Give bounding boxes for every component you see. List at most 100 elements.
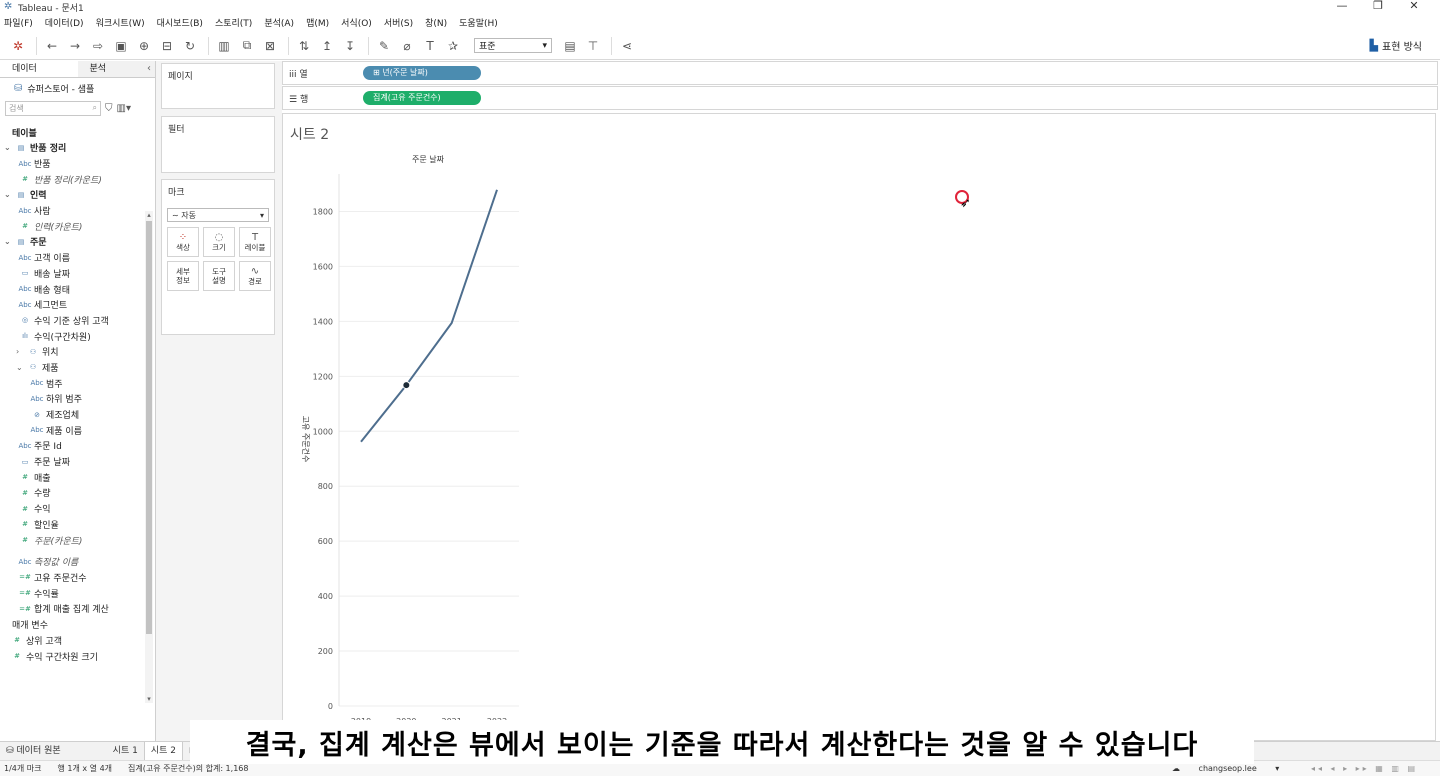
scroll-up-icon[interactable]: ▴ (145, 211, 153, 219)
menu-worksheet[interactable]: 워크시트(W) (96, 16, 145, 29)
replay-icon[interactable]: ⇨ (88, 36, 108, 56)
table-folder[interactable]: ⌄ ▤ 주문 (0, 234, 146, 250)
field-item[interactable]: Abc 주문 Id (0, 438, 146, 454)
menu-window[interactable]: 창(N) (425, 16, 447, 29)
filters-shelf[interactable]: 필터 (161, 116, 275, 173)
rows-shelf[interactable]: ☰ 행 집계(고유 주문건수) (282, 86, 1438, 110)
field-item[interactable]: # 반품 정리(카운트) (0, 171, 146, 187)
expand-caret-icon[interactable]: ⌄ (4, 143, 12, 152)
expand-caret-icon[interactable]: ⌄ (4, 237, 12, 246)
series-line[interactable] (360, 189, 498, 443)
field-list-scrollbar[interactable]: ▴ ▾ (145, 211, 153, 703)
mark-type-dropdown[interactable]: ∼ 자동 ▾ (167, 208, 269, 222)
rows-pill-count-distinct-orders[interactable]: 집계(고유 주문건수) (363, 91, 481, 105)
redo-icon[interactable]: → (65, 36, 85, 56)
menu-story[interactable]: 스토리(T) (215, 16, 252, 29)
menu-help[interactable]: 도움말(H) (459, 16, 498, 29)
table-folder[interactable]: ⌄ ▤ 인력 (0, 187, 146, 203)
field-item[interactable]: ılı 수익(구간차원) (0, 328, 146, 344)
fit-dropdown[interactable]: 표준 ▾ (474, 38, 552, 53)
scrollbar-thumb[interactable] (146, 221, 152, 634)
highlighted-data-point[interactable] (402, 381, 411, 390)
tableau-home-icon[interactable]: ✲ (8, 36, 28, 56)
undo-icon[interactable]: ← (42, 36, 62, 56)
pages-shelf[interactable]: 페이지 (161, 63, 275, 109)
tab-analysis[interactable]: 분석 (77, 61, 155, 77)
color-button[interactable]: ⁘ 색상 (167, 227, 199, 257)
field-item[interactable]: # 수익 (0, 501, 146, 517)
field-item[interactable]: Abc 고객 이름 (0, 250, 146, 266)
menu-analysis[interactable]: 분석(A) (264, 16, 294, 29)
presentation-mode-icon[interactable]: ⊤ (583, 36, 603, 56)
field-item[interactable]: Abc 제품 이름 (0, 422, 146, 438)
refresh-icon[interactable]: ↻ (180, 36, 200, 56)
field-item[interactable]: =# 수익률 (0, 585, 146, 601)
detail-button[interactable]: 세부 정보 (167, 261, 199, 291)
tooltip-button[interactable]: 도구 설명 (203, 261, 235, 291)
field-item[interactable]: Abc 배송 형태 (0, 281, 146, 297)
highlight-icon[interactable]: ✎ (374, 36, 394, 56)
field-item[interactable]: › ⚇ 위치 (0, 344, 146, 360)
pause-update-icon[interactable]: ⊟ (157, 36, 177, 56)
field-item[interactable]: # 수량 (0, 485, 146, 501)
field-item[interactable]: ▭ 배송 날짜 (0, 266, 146, 282)
columns-pill-year-order-date[interactable]: ⊞ 년(주문 날짜) (363, 66, 481, 80)
size-button[interactable]: ◌ 크기 (203, 227, 235, 257)
collapse-pane-icon[interactable]: ‹ (147, 63, 151, 74)
datasource-tab[interactable]: ⛁ 데이터 원본 (0, 742, 67, 761)
show-mark-labels-icon[interactable]: T (420, 36, 440, 56)
tab-sheet-2[interactable]: 시트 2 (143, 741, 183, 761)
field-item[interactable]: =# 고유 주문건수 (0, 570, 146, 586)
expand-caret-icon[interactable]: ⌄ (4, 190, 12, 199)
menu-file[interactable]: 파일(F) (4, 16, 33, 29)
sort-ascending-icon[interactable]: ↥ (317, 36, 337, 56)
datasource-item[interactable]: ⛁ 슈퍼스토어 - 샘플 (0, 78, 155, 98)
menu-dashboard[interactable]: 대시보드(B) (157, 16, 203, 29)
duplicate-sheet-icon[interactable]: ⧉ (237, 36, 257, 56)
field-item[interactable]: Abc 반품 (0, 156, 146, 172)
data-point[interactable] (450, 321, 454, 325)
save-icon[interactable]: ▣ (111, 36, 131, 56)
field-item[interactable]: =# 합계 매출 집계 계산 (0, 601, 146, 617)
parameter-item[interactable]: # 상위 고객 (0, 633, 146, 649)
sheet-navigation-icon[interactable]: ◂◂ ◂ ▸ ▸▸ ▦ ▥ ▤ (1311, 764, 1418, 773)
field-search-input[interactable]: 검색 ⌕ (5, 100, 101, 116)
sort-descending-icon[interactable]: ↧ (340, 36, 360, 56)
swap-rows-columns-icon[interactable]: ⇅ (294, 36, 314, 56)
field-item[interactable]: Abc 하위 범주 (0, 391, 146, 407)
field-item[interactable]: # 할인율 (0, 517, 146, 533)
new-worksheet-icon[interactable]: ▥ (214, 36, 234, 56)
menu-data[interactable]: 데이터(D) (45, 16, 84, 29)
close-button[interactable]: ✕ (1396, 0, 1432, 12)
field-item[interactable]: ▭ 주문 날짜 (0, 454, 146, 470)
pin-axes-icon[interactable]: ✰ (443, 36, 463, 56)
field-item[interactable]: Abc 측정값 이름 (0, 554, 146, 570)
minimize-button[interactable]: — (1324, 0, 1360, 12)
field-item[interactable]: ⊘ 제조업체 (0, 407, 146, 423)
expand-caret-icon[interactable]: ⌄ (16, 363, 24, 372)
worksheet-view[interactable]: 시트 2 주문 날짜 고유 주문건수 0 200 400 600 800 1000 1200… (282, 113, 1436, 741)
label-button[interactable]: T 레이블 (239, 227, 271, 257)
table-folder[interactable]: ⌄ ▤ 반품 정리 (0, 140, 146, 156)
filter-fields-icon[interactable]: ⛉ (105, 103, 113, 114)
menu-format[interactable]: 서식(O) (341, 16, 372, 29)
menu-server[interactable]: 서버(S) (384, 16, 413, 29)
parameter-item[interactable]: # 수익 구간차원 크기 (0, 648, 146, 664)
show-me-button[interactable]: ▙ 표현 방식 (1370, 38, 1422, 53)
field-item[interactable]: ◎ 수익 기준 상위 고객 (0, 313, 146, 329)
clear-sheet-icon[interactable]: ⊠ (260, 36, 280, 56)
field-item[interactable]: Abc 사람 (0, 203, 146, 219)
group-members-icon[interactable]: ⌀ (397, 36, 417, 56)
data-point[interactable] (495, 188, 499, 192)
path-button[interactable]: ∿ 경로 (239, 261, 271, 291)
field-item[interactable]: # 주문(카운트) (0, 532, 146, 548)
view-options-icon[interactable]: ▥▾ (117, 103, 131, 114)
expand-caret-icon[interactable]: › (16, 347, 24, 356)
field-item[interactable]: ⌄ ⚇ 제품 (0, 360, 146, 376)
field-item[interactable]: Abc 세그먼트 (0, 297, 146, 313)
tab-sheet-1[interactable]: 시트 1 (107, 742, 144, 761)
scroll-down-icon[interactable]: ▾ (145, 695, 153, 703)
field-item[interactable]: # 인력(카운트) (0, 218, 146, 234)
share-icon[interactable]: ⋖ (617, 36, 637, 56)
restore-button[interactable]: ❐ (1360, 0, 1396, 12)
